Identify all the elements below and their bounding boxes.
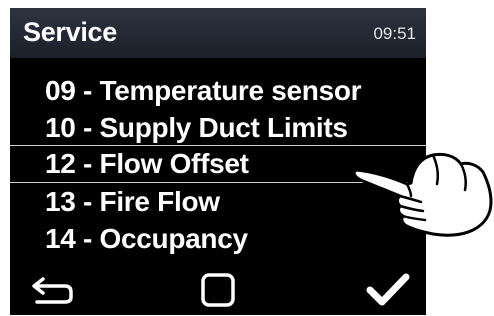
- menu-item-temperature-sensor[interactable]: 09 - Temperature sensor: [10, 72, 426, 109]
- pointing-hand-icon: [352, 152, 493, 237]
- confirm-button[interactable]: [358, 265, 418, 315]
- square-home-icon: [201, 273, 235, 307]
- bottom-toolbar: [10, 265, 426, 315]
- header-bar: Service 09:51: [10, 8, 426, 58]
- back-arrow-icon: [32, 277, 73, 304]
- checkmark-icon: [366, 273, 410, 306]
- back-button[interactable]: [23, 265, 83, 315]
- clock: 09:51: [373, 24, 416, 43]
- menu-item-supply-duct-limits[interactable]: 10 - Supply Duct Limits: [10, 109, 426, 146]
- page-title: Service: [23, 17, 117, 47]
- home-button[interactable]: [188, 265, 248, 315]
